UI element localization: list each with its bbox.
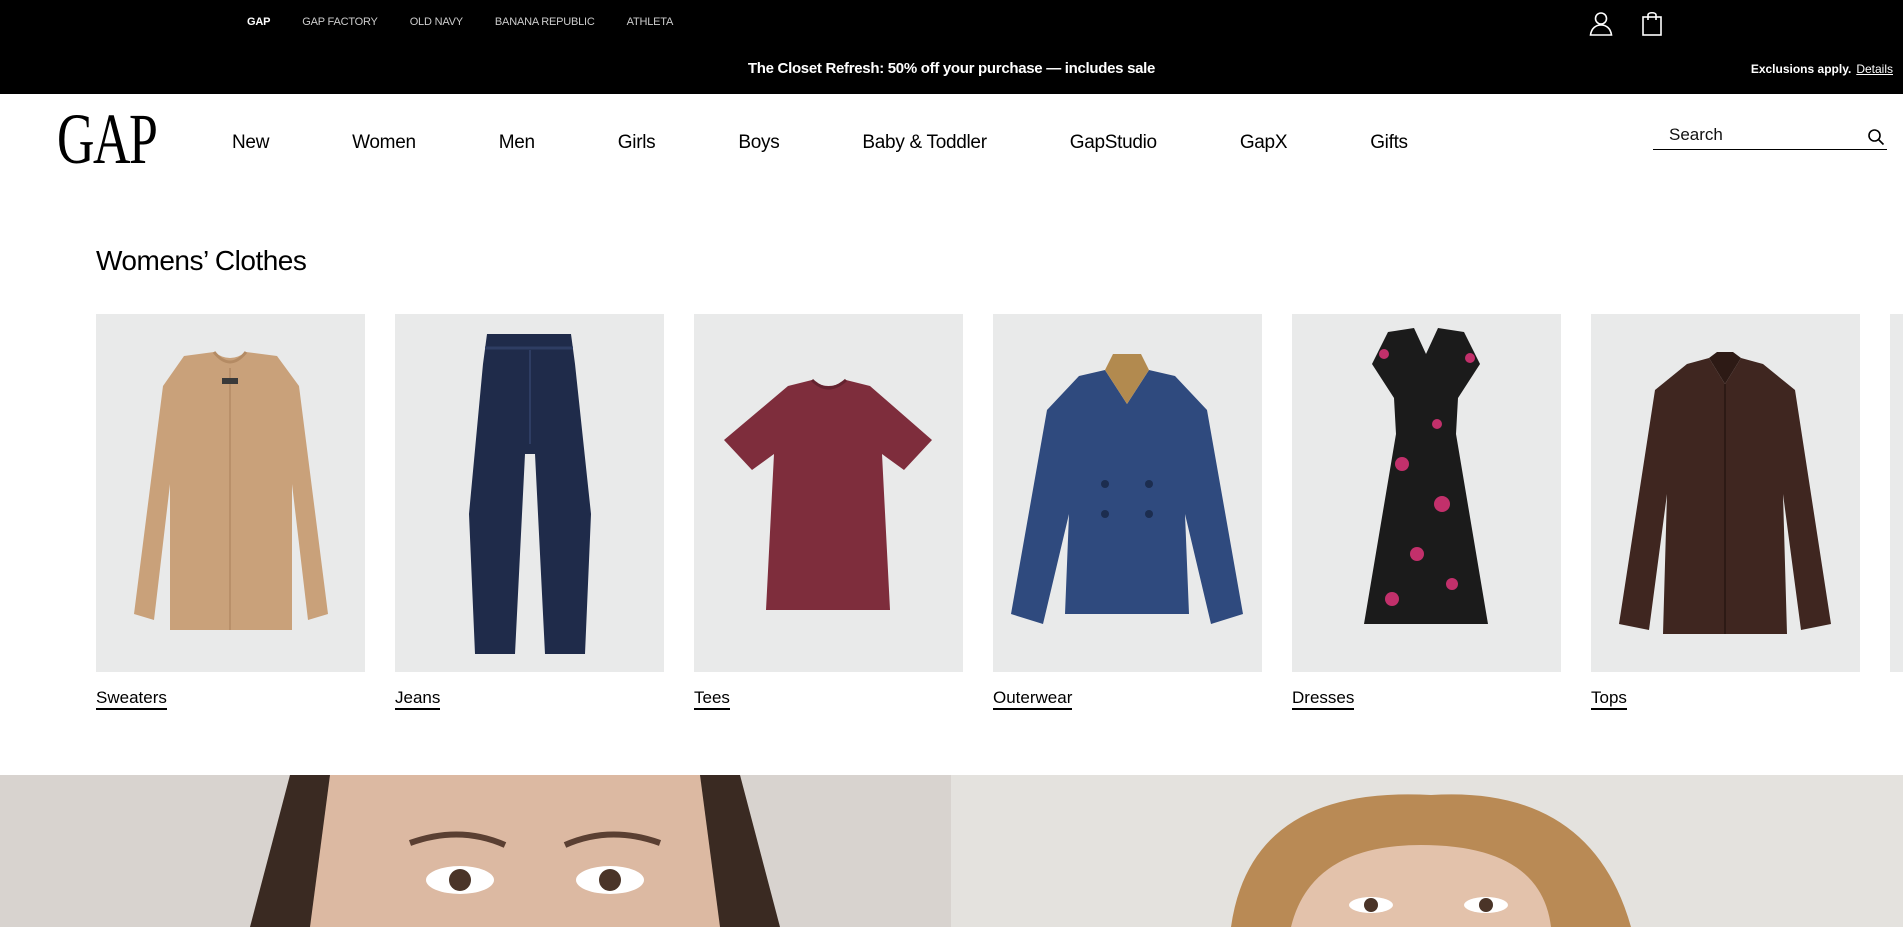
- search-input[interactable]: [1669, 125, 1859, 145]
- main-nav: New Women Men Girls Boys Baby & Toddler …: [232, 132, 1408, 154]
- user-icon[interactable]: [1588, 10, 1614, 36]
- nav-item-women[interactable]: Women: [352, 132, 416, 154]
- category-link-outerwear[interactable]: Outerwear: [993, 688, 1073, 710]
- jacket-image[interactable]: [993, 314, 1262, 672]
- category-card-jeans[interactable]: Jeans: [395, 314, 664, 710]
- tee-image[interactable]: [694, 314, 963, 672]
- sweater-image[interactable]: [96, 314, 365, 672]
- nav-item-baby-toddler[interactable]: Baby & Toddler: [862, 132, 987, 154]
- category-link-tees[interactable]: Tees: [694, 688, 730, 710]
- nav-item-boys[interactable]: Boys: [738, 132, 779, 154]
- category-card-tees[interactable]: Tees: [694, 314, 963, 710]
- brand-link-banana-republic[interactable]: BANANA REPUBLIC: [495, 16, 595, 28]
- section-title: Womens’ Clothes: [96, 245, 307, 276]
- shirt-image[interactable]: [1591, 314, 1860, 672]
- exclusions-text: Exclusions apply.: [1750, 62, 1852, 76]
- top-icons: [1588, 10, 1665, 36]
- category-card-outerwear[interactable]: Outerwear: [993, 314, 1262, 710]
- brand-link-gap-factory[interactable]: GAP FACTORY: [302, 16, 378, 28]
- category-card-tops[interactable]: Tops: [1591, 314, 1860, 710]
- category-card-partial[interactable]: Pa: [1890, 314, 1903, 672]
- category-link-jeans[interactable]: Jeans: [395, 688, 441, 710]
- partial-category-image[interactable]: [1890, 314, 1903, 672]
- jeans-image[interactable]: [395, 314, 664, 672]
- shopping-bag-icon[interactable]: [1639, 10, 1665, 36]
- brand-link-athleta[interactable]: ATHLETA: [627, 16, 674, 28]
- brand-link-old-navy[interactable]: OLD NAVY: [410, 16, 463, 28]
- nav-item-gapstudio[interactable]: GapStudio: [1070, 132, 1157, 154]
- hero-image-left[interactable]: [0, 775, 951, 927]
- nav-item-gapx[interactable]: GapX: [1240, 132, 1288, 154]
- brand-links: GAP GAP FACTORY OLD NAVY BANANA REPUBLIC…: [247, 16, 673, 28]
- details-link[interactable]: Details: [1856, 62, 1893, 76]
- top-brand-bar: GAP GAP FACTORY OLD NAVY BANANA REPUBLIC…: [0, 0, 1903, 94]
- hero-image-right[interactable]: [951, 775, 1903, 927]
- promo-banner-text[interactable]: The Closet Refresh: 50% off your purchas…: [0, 60, 1903, 77]
- brand-link-gap[interactable]: GAP: [247, 16, 270, 28]
- search-icon[interactable]: [1867, 128, 1885, 146]
- nav-item-gifts[interactable]: Gifts: [1370, 132, 1408, 154]
- category-link-tops[interactable]: Tops: [1591, 688, 1627, 710]
- exclusions-note: Exclusions apply. Details: [1751, 62, 1893, 76]
- category-link-dresses[interactable]: Dresses: [1292, 688, 1355, 710]
- nav-item-girls[interactable]: Girls: [618, 132, 656, 154]
- site-header: GAP New Women Men Girls Boys Baby & Todd…: [0, 94, 1903, 190]
- category-card-sweaters[interactable]: Sweaters: [96, 314, 365, 710]
- gap-logo[interactable]: GAP: [57, 103, 158, 175]
- category-card-dresses[interactable]: Dresses: [1292, 314, 1561, 710]
- nav-item-men[interactable]: Men: [499, 132, 535, 154]
- nav-item-new[interactable]: New: [232, 132, 269, 154]
- category-link-sweaters[interactable]: Sweaters: [96, 688, 167, 710]
- search-box: [1653, 124, 1887, 150]
- dress-image[interactable]: [1292, 314, 1561, 672]
